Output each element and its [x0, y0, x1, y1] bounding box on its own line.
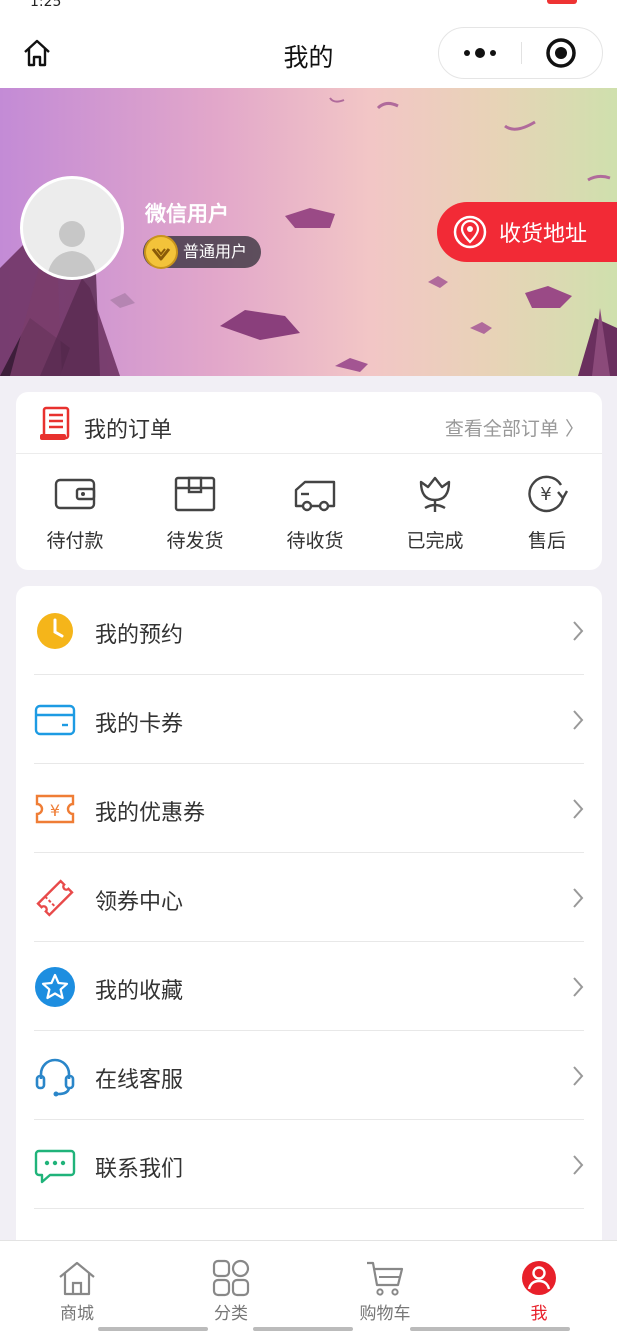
- headset-icon: [35, 1058, 75, 1097]
- medal-icon: [144, 235, 178, 269]
- svg-text:¥: ¥: [50, 801, 60, 820]
- order-status-label: 待付款: [46, 530, 104, 552]
- view-all-orders-label: 查看全部订单: [444, 418, 559, 440]
- tab-category[interactable]: 分类: [154, 1241, 308, 1334]
- cart-icon: [367, 1261, 404, 1296]
- tab-label: 购物车: [359, 1304, 411, 1324]
- flower-icon: [419, 476, 451, 512]
- chevron-right-icon: 〉: [564, 418, 584, 440]
- menu-item-my-coupons[interactable]: ¥ 我的优惠券: [16, 764, 602, 853]
- menu-item-coupon-center[interactable]: 领券中心: [16, 853, 602, 942]
- home-indicator: [98, 1327, 208, 1331]
- chevron-right-icon: [573, 799, 584, 819]
- menu-item-online-support[interactable]: 在线客服: [16, 1031, 602, 1120]
- battery-icon: [547, 0, 577, 4]
- more-menu-button[interactable]: [439, 28, 521, 78]
- tab-label: 商城: [60, 1304, 94, 1324]
- divider: [34, 1208, 584, 1209]
- menu-item-label: 领券中心: [95, 890, 184, 915]
- menu-item-label: 在线客服: [95, 1068, 184, 1093]
- order-pending-payment[interactable]: 待付款: [20, 464, 130, 564]
- menu-item-label: 我的卡券: [95, 712, 184, 737]
- orders-title: 我的订单: [84, 418, 173, 443]
- user-icon: [522, 1261, 556, 1295]
- order-completed[interactable]: 已完成: [380, 464, 490, 564]
- shipping-address-label: 收货地址: [499, 222, 588, 247]
- order-status-label: 售后: [527, 530, 566, 552]
- bottom-tab-bar: 商城 分类 购物车 我: [0, 1240, 617, 1334]
- username: 微信用户: [145, 202, 229, 226]
- menu-item-my-appointments[interactable]: 我的预约: [16, 586, 602, 675]
- coupon-icon: ¥: [35, 794, 75, 824]
- tab-me[interactable]: 我: [462, 1241, 616, 1334]
- avatar[interactable]: [20, 176, 124, 280]
- default-avatar-icon: [47, 221, 97, 277]
- mini-program-capsule: [438, 27, 603, 79]
- my-orders-card: 我的订单 查看全部订单 〉 待付款 待发货 待收货 已完成 ¥ 售后: [16, 392, 602, 570]
- view-all-orders-link[interactable]: 查看全部订单 〉: [445, 414, 584, 441]
- close-mini-program-button[interactable]: [520, 28, 602, 78]
- order-status-label: 已完成: [406, 530, 464, 552]
- chat-icon: [34, 1149, 76, 1184]
- wallet-icon: [54, 478, 96, 510]
- chevron-right-icon: [573, 710, 584, 730]
- chevron-right-icon: [573, 977, 584, 997]
- tab-cart[interactable]: 购物车: [308, 1241, 462, 1334]
- order-pending-shipment[interactable]: 待发货: [140, 464, 250, 564]
- more-dots-icon: [464, 48, 496, 58]
- navigation-bar: 我的: [0, 18, 617, 88]
- chevron-right-icon: [573, 1066, 584, 1086]
- profile-banner: 微信用户 普通用户 收货地址: [0, 88, 617, 376]
- package-icon: [174, 476, 216, 512]
- home-icon: [59, 1261, 95, 1296]
- menu-item-label: 我的预约: [95, 623, 184, 648]
- clock-icon: [37, 613, 73, 649]
- svg-text:¥: ¥: [540, 484, 551, 505]
- home-indicator: [253, 1327, 353, 1331]
- tab-label: 分类: [214, 1304, 248, 1324]
- menu-item-my-cards[interactable]: 我的卡券: [16, 675, 602, 764]
- card-icon: [34, 704, 76, 736]
- truck-icon: [294, 480, 336, 512]
- yen-refund-icon: ¥: [528, 475, 569, 513]
- chevron-right-icon: [573, 621, 584, 641]
- status-bar: 1:25: [0, 0, 617, 18]
- menu-list: 我的预约 我的卡券 ¥ 我的优惠券 领券中心 我的收藏 在线客服 联系我们: [16, 586, 602, 1246]
- order-status-label: 待发货: [166, 530, 224, 552]
- order-status-label: 待收货: [286, 530, 344, 552]
- ticket-icon: [36, 879, 74, 917]
- chevron-right-icon: [573, 888, 584, 908]
- shipping-address-button[interactable]: 收货地址: [437, 202, 617, 262]
- target-icon: [546, 38, 576, 68]
- star-icon: [35, 967, 75, 1007]
- order-list-icon: [40, 406, 70, 440]
- order-after-sales[interactable]: ¥ 售后: [492, 464, 602, 564]
- member-level-badge: 普通用户: [143, 235, 262, 269]
- menu-item-label: 我的优惠券: [95, 801, 206, 826]
- location-pin-icon: [453, 215, 487, 249]
- menu-item-label: 我的收藏: [95, 979, 184, 1004]
- chevron-right-icon: [573, 1155, 584, 1175]
- tab-mall[interactable]: 商城: [0, 1241, 154, 1334]
- order-status-row: 待付款 待发货 待收货 已完成 ¥ 售后: [16, 464, 602, 564]
- orders-header: 我的订单 查看全部订单 〉: [16, 392, 602, 454]
- menu-item-label: 联系我们: [95, 1157, 184, 1182]
- menu-item-my-favorites[interactable]: 我的收藏: [16, 942, 602, 1031]
- order-pending-receipt[interactable]: 待收货: [260, 464, 370, 564]
- menu-item-contact-us[interactable]: 联系我们: [16, 1120, 602, 1209]
- member-level-label: 普通用户: [183, 242, 248, 261]
- tab-label: 我: [530, 1304, 548, 1324]
- home-indicator: [410, 1327, 570, 1331]
- grid-icon: [212, 1259, 250, 1297]
- status-time: 1:25: [30, 0, 62, 10]
